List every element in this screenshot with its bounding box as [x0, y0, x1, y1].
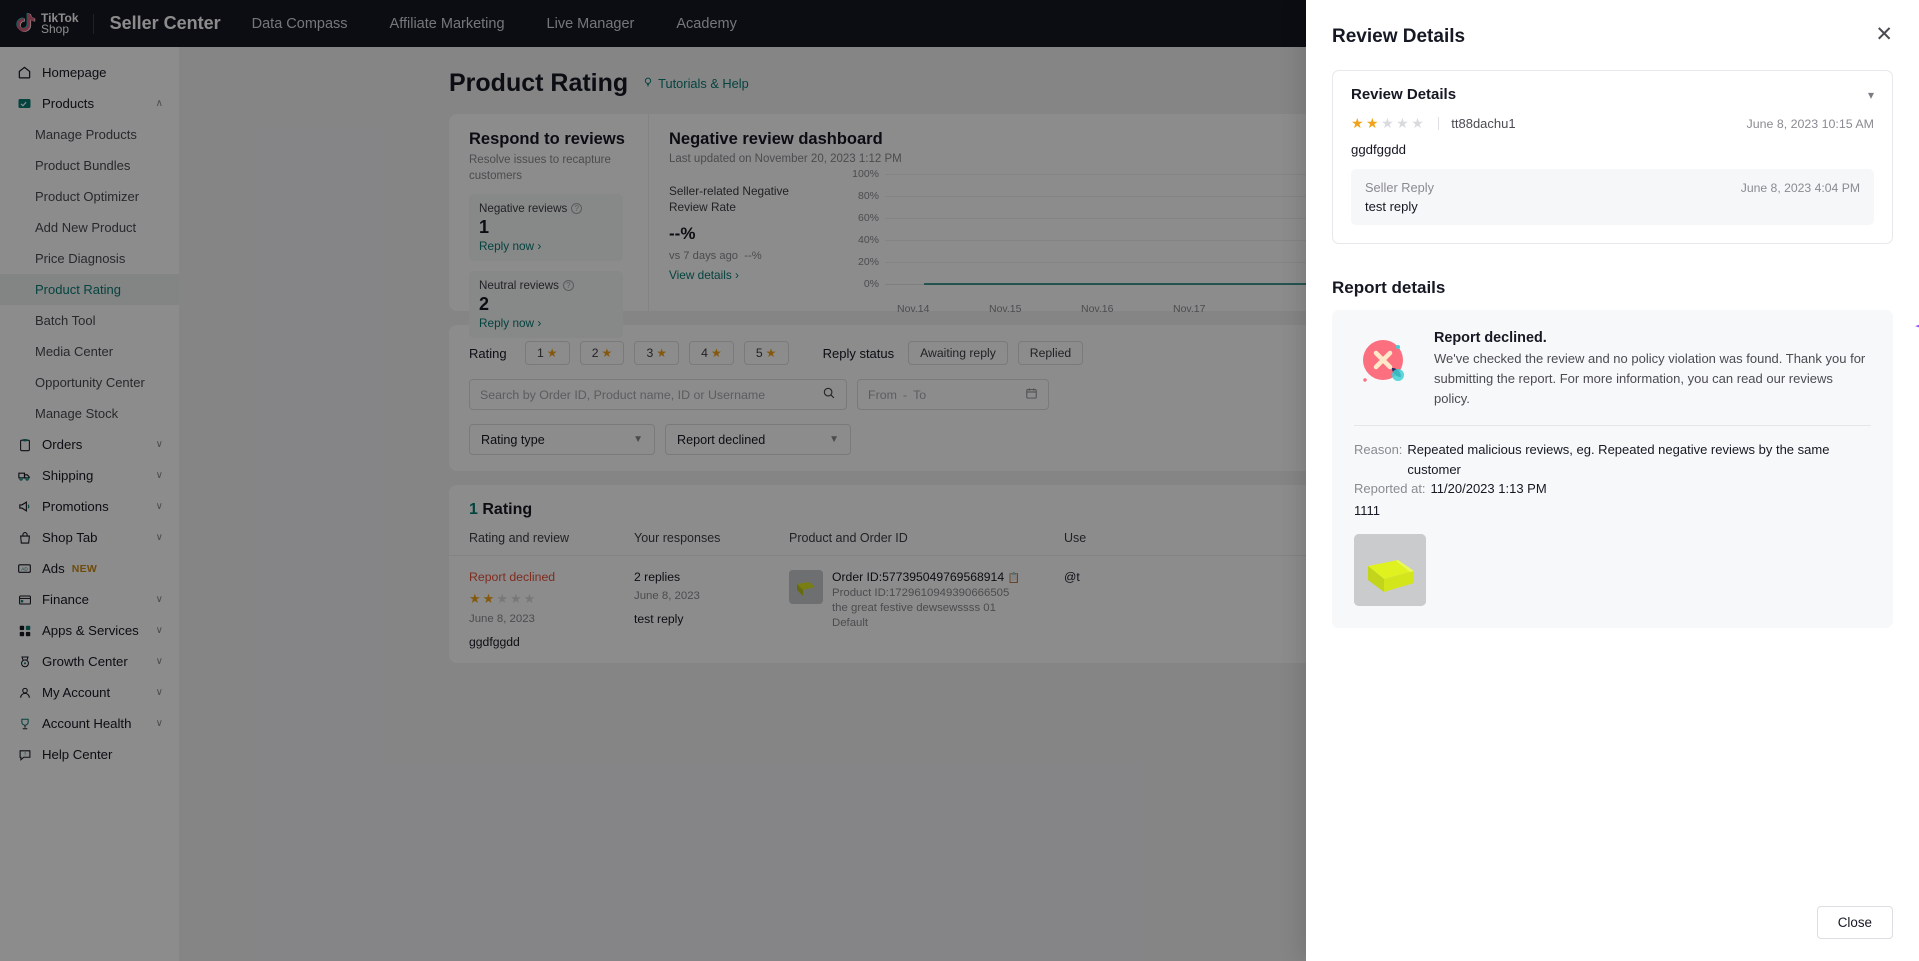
- ai-sparkle-icon[interactable]: [1907, 313, 1919, 343]
- report-status-body: We've checked the review and no policy v…: [1434, 351, 1866, 407]
- report-reason-row: Reason: Repeated malicious reviews, eg. …: [1354, 440, 1871, 479]
- reviewer-username: tt88dachu1: [1451, 116, 1516, 131]
- review-body-text: ggdfggdd: [1351, 142, 1407, 157]
- report-reported-at-row: Reported at: 11/20/2023 1:13 PM: [1354, 479, 1871, 499]
- reported-at-value: 11/20/2023 1:13 PM: [1430, 481, 1547, 497]
- review-details-drawer: Review Details ✕ Review Details ▾ ★★★★★ …: [1306, 0, 1919, 961]
- report-details-heading: Report details: [1332, 278, 1446, 297]
- drawer-footer: Close: [1306, 890, 1919, 961]
- meta-divider: [1438, 117, 1440, 130]
- drawer-header: Review Details ✕: [1306, 0, 1919, 58]
- review-details-card: Review Details ▾ ★★★★★ tt88dachu1 June 8…: [1332, 70, 1893, 244]
- report-declined-icon: [1354, 330, 1416, 397]
- close-icon[interactable]: ✕: [1875, 24, 1893, 45]
- seller-reply-box: Seller Reply June 8, 2023 4:04 PM test r…: [1351, 169, 1874, 225]
- chevron-down-icon[interactable]: ▾: [1868, 88, 1874, 102]
- seller-reply-label: Seller Reply: [1365, 180, 1434, 195]
- review-timestamp: June 8, 2023 10:15 AM: [1746, 116, 1874, 131]
- review-meta-row: ★★★★★ tt88dachu1 June 8, 2023 10:15 AM: [1351, 115, 1874, 132]
- report-reason-value: Repeated malicious reviews, eg. Repeated…: [1407, 442, 1830, 477]
- report-attachment-thumbnail[interactable]: [1354, 533, 1426, 606]
- seller-reply-text: test reply: [1365, 199, 1418, 214]
- review-details-heading: Review Details: [1351, 86, 1457, 103]
- seller-reply-timestamp: June 8, 2023 4:04 PM: [1740, 180, 1860, 195]
- drawer-body: Review Details ▾ ★★★★★ tt88dachu1 June 8…: [1306, 58, 1919, 890]
- report-divider: [1354, 425, 1871, 427]
- report-reason-label: Reason:: [1354, 442, 1403, 458]
- drawer-title: Review Details: [1332, 26, 1466, 47]
- close-button[interactable]: Close: [1816, 906, 1893, 939]
- report-note: 1111: [1354, 502, 1381, 518]
- review-star-rating: ★★★★★: [1351, 115, 1427, 131]
- report-details-card: Report declined. We've checked the revie…: [1332, 310, 1893, 628]
- screen-root: TikTok Shop Seller Center Data Compass A…: [0, 0, 1919, 961]
- reported-at-label: Reported at:: [1354, 481, 1426, 497]
- report-status-title: Report declined.: [1434, 330, 1547, 346]
